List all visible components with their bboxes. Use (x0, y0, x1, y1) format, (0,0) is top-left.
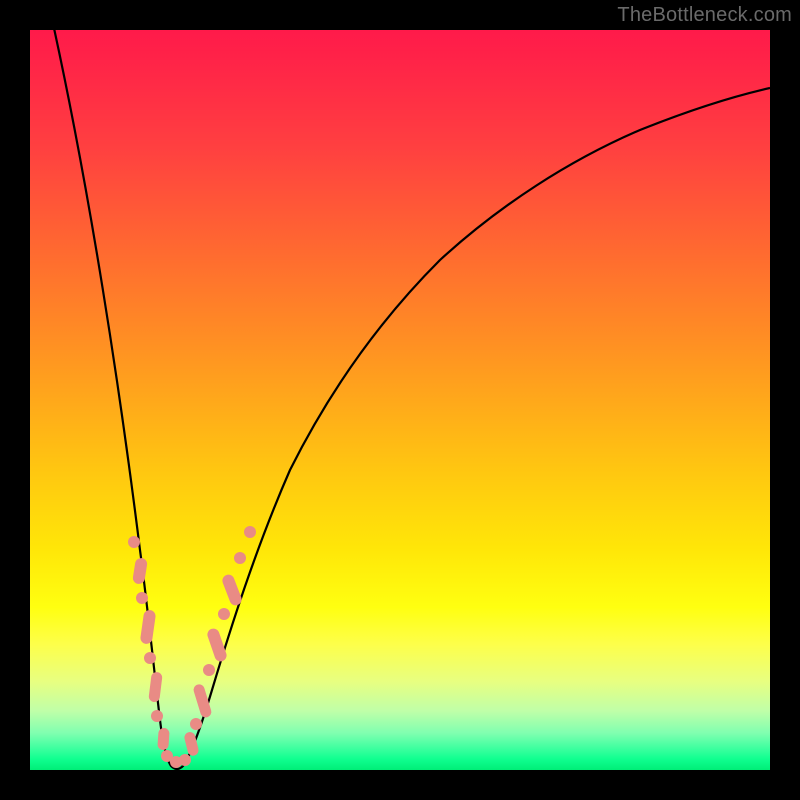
plot-area (30, 30, 770, 770)
data-point-markers (128, 526, 256, 768)
watermark-text: TheBottleneck.com (617, 4, 792, 27)
outer-frame: TheBottleneck.com (0, 0, 800, 800)
bottleneck-curve (30, 30, 770, 770)
v-curve-path (50, 30, 770, 769)
